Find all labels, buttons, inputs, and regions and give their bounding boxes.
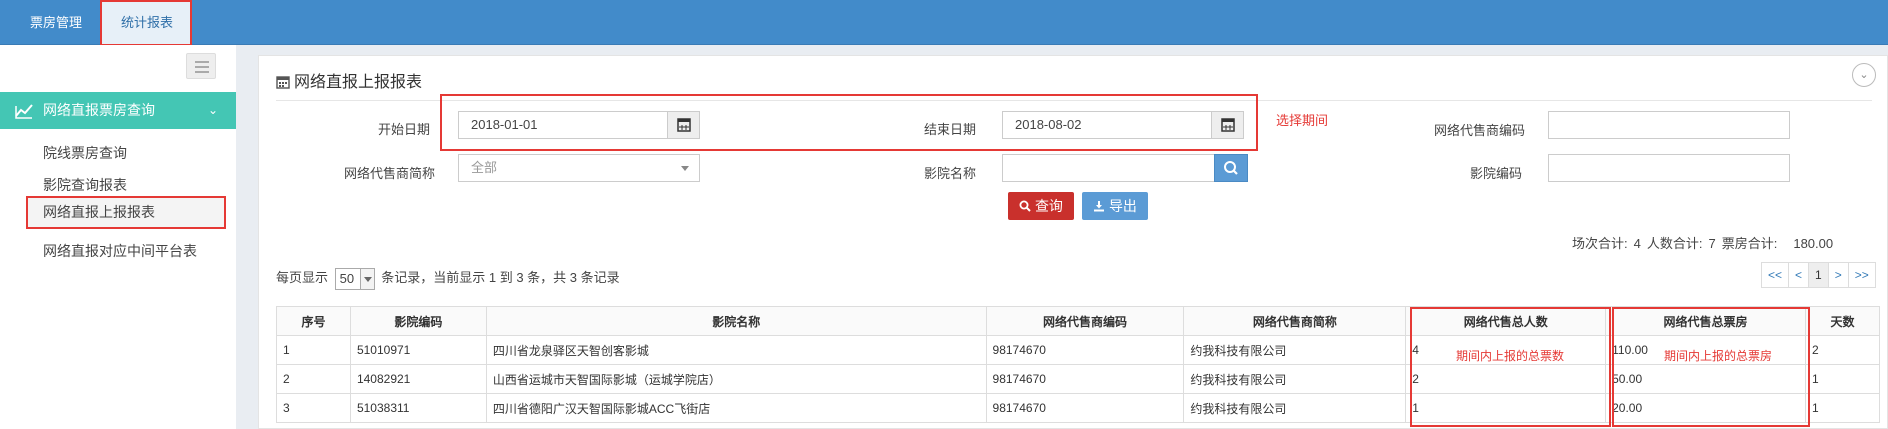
calendar-icon (276, 75, 290, 94)
cell-agent-code: 98174670 (985, 364, 1185, 394)
search-button[interactable] (1214, 154, 1248, 182)
sidebar-menu-network-report[interactable]: 网络直报票房查询 ⌄ (0, 92, 236, 129)
agent-name-label: 网络代售商简称 (344, 166, 436, 181)
page-size-value: 50 (339, 270, 355, 286)
caret-down-icon (681, 166, 689, 171)
cinema-code-input[interactable] (1548, 154, 1790, 182)
agent-name-selected: 全部 (471, 160, 498, 175)
page-title: 网络直报上报报表 (276, 68, 422, 94)
agent-code-input[interactable] (1548, 111, 1790, 139)
people-total-value: 7 (1708, 236, 1716, 251)
cell-agent-name: 约我科技有限公司 (1183, 364, 1407, 394)
highlight-box-sidebar-item (26, 196, 226, 229)
collapse-panel-button[interactable]: ⌄ (1852, 63, 1876, 87)
caret-down-icon (359, 268, 374, 289)
cell-index: 2 (276, 364, 351, 394)
col-header-index: 序号 (276, 306, 351, 336)
people-total-label: 人数合计: (1646, 236, 1703, 251)
cell-cinema-code: 51010971 (349, 335, 487, 365)
page-prev-button[interactable]: < (1788, 262, 1810, 288)
page-size-select[interactable]: 50 (334, 267, 375, 290)
page-size-prefix: 每页显示 (276, 270, 329, 285)
cell-days: 1 (1804, 364, 1881, 394)
search-icon (1019, 198, 1031, 214)
export-button[interactable]: 导出 (1082, 192, 1148, 220)
cell-cinema-name: 四川省德阳广汉天智国际影城ACC飞街店 (485, 393, 987, 423)
highlight-box-total-people (1410, 307, 1611, 427)
col-header-cinema-name: 影院名称 (485, 306, 987, 336)
start-date-label: 开始日期 (378, 122, 431, 137)
col-header-days: 天数 (1804, 306, 1881, 336)
cell-days: 2 (1804, 335, 1881, 365)
page-first-button[interactable]: << (1761, 262, 1790, 288)
top-navbar: 票房管理 统计报表 (0, 0, 1888, 45)
sidebar-item-cinema-report[interactable]: 影院查询报表 (43, 175, 127, 195)
cell-agent-name: 约我科技有限公司 (1183, 393, 1407, 423)
sidebar-menu-label: 网络直报票房查询 (43, 102, 155, 118)
highlight-box-date-range (440, 94, 1258, 151)
sessions-total-value: 4 (1633, 236, 1641, 251)
cell-agent-code: 98174670 (985, 335, 1185, 365)
period-annotation: 选择期间 (1276, 113, 1329, 128)
line-chart-icon (14, 92, 36, 129)
cinema-name-label: 影院名称 (924, 166, 977, 181)
cell-cinema-code: 51038311 (349, 393, 487, 423)
cinema-code-label: 影院编码 (1470, 166, 1523, 181)
chevron-down-icon: ⌄ (207, 103, 218, 117)
cell-cinema-code: 14082921 (349, 364, 487, 394)
page-title-text: 网络直报上报报表 (294, 74, 423, 91)
cell-index: 3 (276, 393, 351, 423)
download-icon (1093, 198, 1105, 214)
records-info: 条记录，当前显示 1 到 3 条，共 3 条记录 (381, 270, 620, 285)
cell-cinema-name: 山西省运城市天智国际影城（运城学院店） (485, 364, 987, 394)
query-button[interactable]: 查询 (1008, 192, 1074, 220)
total-box-office-annotation: 期间内上报的总票房 (1664, 349, 1773, 363)
sessions-total-label: 场次合计: (1572, 236, 1628, 251)
cell-cinema-name: 四川省龙泉驿区天智创客影城 (485, 335, 987, 365)
totals-summary: 场次合计: 4 人数合计: 7 票房合计: 180.00 (1572, 233, 1839, 252)
cinema-name-input[interactable] (1002, 154, 1216, 182)
col-header-cinema-code: 影院编码 (349, 306, 487, 336)
total-people-annotation: 期间内上报的总票数 (1456, 349, 1565, 363)
sidebar-toggle-button[interactable] (186, 53, 216, 79)
agent-code-label: 网络代售商编码 (1434, 123, 1526, 138)
highlight-box-top-tab (100, 0, 192, 46)
tab-box-office-management[interactable]: 票房管理 (16, 0, 96, 45)
page-current-button[interactable]: 1 (1808, 262, 1829, 288)
highlight-box-total-box-office (1612, 307, 1810, 427)
page-last-button[interactable]: >> (1847, 262, 1876, 288)
pagination: << < 1 > >> (1761, 262, 1876, 288)
cell-agent-name: 约我科技有限公司 (1183, 335, 1407, 365)
sidebar-item-platform-mapping[interactable]: 网络直报对应中间平台表 (43, 241, 197, 261)
cell-days: 1 (1804, 393, 1881, 423)
page-size-control: 每页显示 50 条记录，当前显示 1 到 3 条，共 3 条记录 (276, 267, 620, 290)
agent-name-select[interactable]: 全部 (458, 154, 700, 182)
cell-agent-code: 98174670 (985, 393, 1185, 423)
sidebar-item-cinema-chain-query[interactable]: 院线票房查询 (43, 143, 127, 163)
cell-index: 1 (276, 335, 351, 365)
col-header-agent-code: 网络代售商编码 (985, 306, 1185, 336)
export-button-label: 导出 (1108, 198, 1137, 214)
box-office-total-value: 180.00 (1793, 236, 1834, 251)
search-icon (1215, 161, 1247, 184)
sidebar: 网络直报票房查询 ⌄ 院线票房查询 影院查询报表 网络直报上报报表 网络直报对应… (0, 45, 236, 429)
box-office-total-label: 票房合计: (1721, 236, 1778, 251)
col-header-agent-name: 网络代售商简称 (1183, 306, 1407, 336)
page-next-button[interactable]: > (1827, 262, 1849, 288)
query-button-label: 查询 (1034, 198, 1063, 214)
